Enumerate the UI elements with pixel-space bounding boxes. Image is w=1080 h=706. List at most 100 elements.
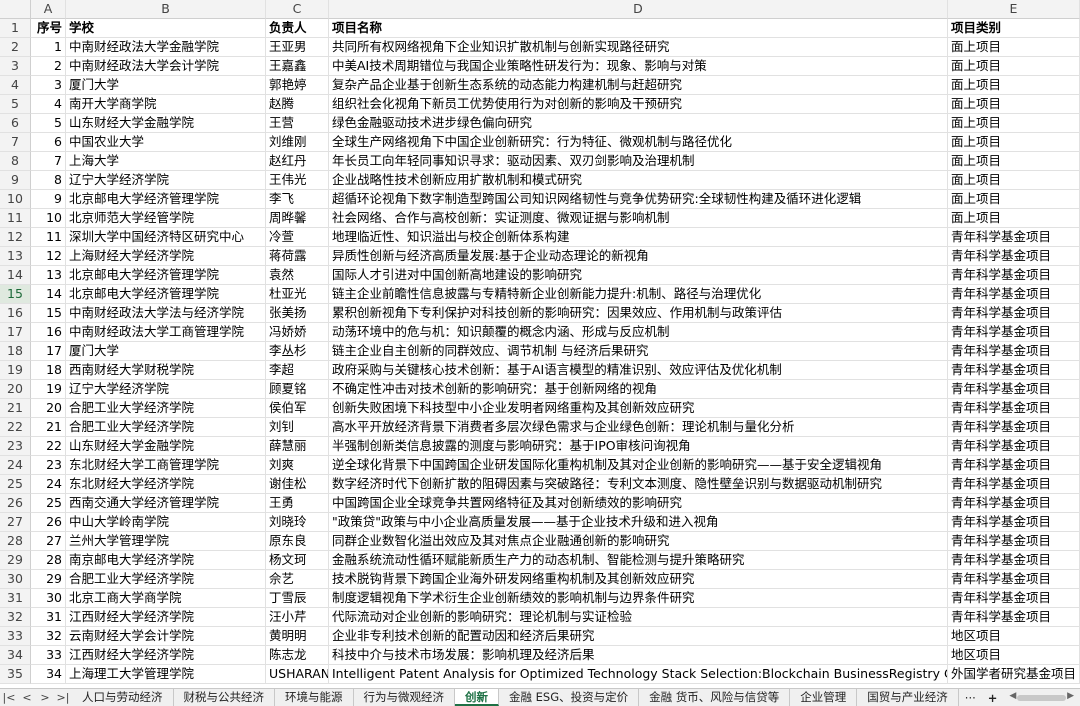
row-number[interactable]: 15 [0,285,31,304]
cell-leader[interactable]: USHARAN [266,665,329,684]
cell-leader[interactable]: 王勇 [266,494,329,513]
cell-project-name[interactable]: 中美AI技术周期错位与我国企业策略性研发行为：现象、影响与对策 [329,57,948,76]
row-number[interactable]: 29 [0,551,31,570]
cell-project-name[interactable]: 地理临近性、知识溢出与校企创新体系构建 [329,228,948,247]
sheet-tab[interactable]: 国贸与产业经济 [857,689,959,706]
cell-project-type[interactable]: 青年科学基金项目 [948,228,1080,247]
sheet-tab[interactable]: 企业管理 [790,689,858,706]
cell-index[interactable]: 32 [31,627,66,646]
row-number[interactable]: 11 [0,209,31,228]
cell-leader[interactable]: 张美扬 [266,304,329,323]
row-number[interactable]: 35 [0,665,31,684]
cell-school[interactable]: 辽宁大学经济学院 [66,380,266,399]
cell-leader[interactable]: 蒋荷露 [266,247,329,266]
cell-project-name[interactable]: 国际人才引进对中国创新高地建设的影响研究 [329,266,948,285]
cell-school[interactable]: 合肥工业大学经济学院 [66,418,266,437]
header-cell-index[interactable]: 序号 [31,19,66,38]
row-number[interactable]: 34 [0,646,31,665]
cell-leader[interactable]: 赵腾 [266,95,329,114]
cell-leader[interactable]: 袁然 [266,266,329,285]
cell-project-name[interactable]: 高水平开放经济背景下消费者多层次绿色需求与企业绿色创新：理论机制与量化分析 [329,418,948,437]
row-number[interactable]: 2 [0,38,31,57]
row-number[interactable]: 18 [0,342,31,361]
cell-school[interactable]: 山东财经大学金融学院 [66,437,266,456]
row-number[interactable]: 20 [0,380,31,399]
cell-project-type[interactable]: 面上项目 [948,133,1080,152]
cell-project-type[interactable]: 青年科学基金项目 [948,323,1080,342]
row-number[interactable]: 9 [0,171,31,190]
row-number[interactable]: 16 [0,304,31,323]
cell-school[interactable]: 辽宁大学经济学院 [66,171,266,190]
cell-leader[interactable]: 刘爽 [266,456,329,475]
prev-sheet-button[interactable]: < [18,689,36,706]
cell-project-type[interactable]: 青年科学基金项目 [948,380,1080,399]
cell-index[interactable]: 29 [31,570,66,589]
cell-index[interactable]: 27 [31,532,66,551]
cell-school[interactable]: 中国农业大学 [66,133,266,152]
cell-project-name[interactable]: 共同所有权网络视角下企业知识扩散机制与创新实现路径研究 [329,38,948,57]
cell-project-type[interactable]: 青年科学基金项目 [948,266,1080,285]
cell-project-type[interactable]: 地区项目 [948,627,1080,646]
cell-school[interactable]: 北京工商大学商学院 [66,589,266,608]
cell-index[interactable]: 14 [31,285,66,304]
cell-school[interactable]: 上海理工大学管理学院 [66,665,266,684]
cell-project-name[interactable]: 复杂产品企业基于创新生态系统的动态能力构建机制与赶超研究 [329,76,948,95]
cell-project-type[interactable]: 面上项目 [948,57,1080,76]
cell-school[interactable]: 东北财经大学经济学院 [66,475,266,494]
cell-project-name[interactable]: 数字经济时代下创新扩散的阻碍因素与突破路径：专利文本测度、隐性壁垒识别与数据驱动… [329,475,948,494]
cell-project-type[interactable]: 青年科学基金项目 [948,418,1080,437]
row-number[interactable]: 27 [0,513,31,532]
cell-leader[interactable]: 佘艺 [266,570,329,589]
row-number[interactable]: 30 [0,570,31,589]
column-header-b[interactable]: B [66,0,266,19]
cell-project-type[interactable]: 外国学者研究基金项目 [948,665,1080,684]
cell-leader[interactable]: 李丛杉 [266,342,329,361]
cell-school[interactable]: 中山大学岭南学院 [66,513,266,532]
row-number[interactable]: 21 [0,399,31,418]
cell-school[interactable]: 中南财经政法大学法与经济学院 [66,304,266,323]
cell-school[interactable]: 北京邮电大学经济管理学院 [66,285,266,304]
cell-project-name[interactable]: Intelligent Patent Analysis for Optimize… [329,665,948,684]
cell-leader[interactable]: 黄明明 [266,627,329,646]
cell-index[interactable]: 8 [31,171,66,190]
cell-project-name[interactable]: 技术脱钩背景下跨国企业海外研发网络重构机制及其创新效应研究 [329,570,948,589]
cell-project-type[interactable]: 青年科学基金项目 [948,361,1080,380]
cell-index[interactable]: 12 [31,247,66,266]
cell-index[interactable]: 4 [31,95,66,114]
add-sheet-button[interactable]: + [982,691,1004,705]
cell-project-name[interactable]: 异质性创新与经济高质量发展:基于企业动态理论的新视角 [329,247,948,266]
cell-leader[interactable]: 原东良 [266,532,329,551]
more-sheets-button[interactable]: ··· [959,691,982,705]
cell-leader[interactable]: 刘钊 [266,418,329,437]
cell-school[interactable]: 深圳大学中国经济特区研究中心 [66,228,266,247]
cell-school[interactable]: 西南交通大学经济管理学院 [66,494,266,513]
cell-leader[interactable]: 汪小芹 [266,608,329,627]
row-number[interactable]: 7 [0,133,31,152]
cell-project-type[interactable]: 面上项目 [948,76,1080,95]
cell-project-type[interactable]: 青年科学基金项目 [948,532,1080,551]
cell-project-name[interactable]: 链主企业自主创新的同群效应、调节机制 与经济后果研究 [329,342,948,361]
cell-project-type[interactable]: 青年科学基金项目 [948,437,1080,456]
scrollbar-thumb[interactable] [1017,694,1066,701]
cell-project-type[interactable]: 青年科学基金项目 [948,570,1080,589]
row-number[interactable]: 25 [0,475,31,494]
row-number[interactable]: 31 [0,589,31,608]
cell-index[interactable]: 22 [31,437,66,456]
cell-project-type[interactable]: 青年科学基金项目 [948,456,1080,475]
sheet-tab[interactable]: 环境与能源 [275,689,354,706]
row-number[interactable]: 24 [0,456,31,475]
cell-school[interactable]: 东北财经大学工商管理学院 [66,456,266,475]
cell-leader[interactable]: 王营 [266,114,329,133]
cell-project-name[interactable]: 金融系统流动性循环赋能新质生产力的动态机制、智能检测与提升策略研究 [329,551,948,570]
sheet-tab[interactable]: 人口与劳动经济 [72,689,174,706]
cell-index[interactable]: 30 [31,589,66,608]
scroll-left-arrow-icon[interactable]: ◀ [1009,691,1016,701]
cell-project-name[interactable]: 链主企业前瞻性信息披露与专精特新企业创新能力提升:机制、路径与治理优化 [329,285,948,304]
row-number[interactable]: 6 [0,114,31,133]
cell-leader[interactable]: 顾夏铭 [266,380,329,399]
cell-leader[interactable]: 谢佳松 [266,475,329,494]
cell-index[interactable]: 6 [31,133,66,152]
cell-index[interactable]: 23 [31,456,66,475]
cell-school[interactable]: 云南财经大学会计学院 [66,627,266,646]
cell-school[interactable]: 北京邮电大学经济管理学院 [66,190,266,209]
